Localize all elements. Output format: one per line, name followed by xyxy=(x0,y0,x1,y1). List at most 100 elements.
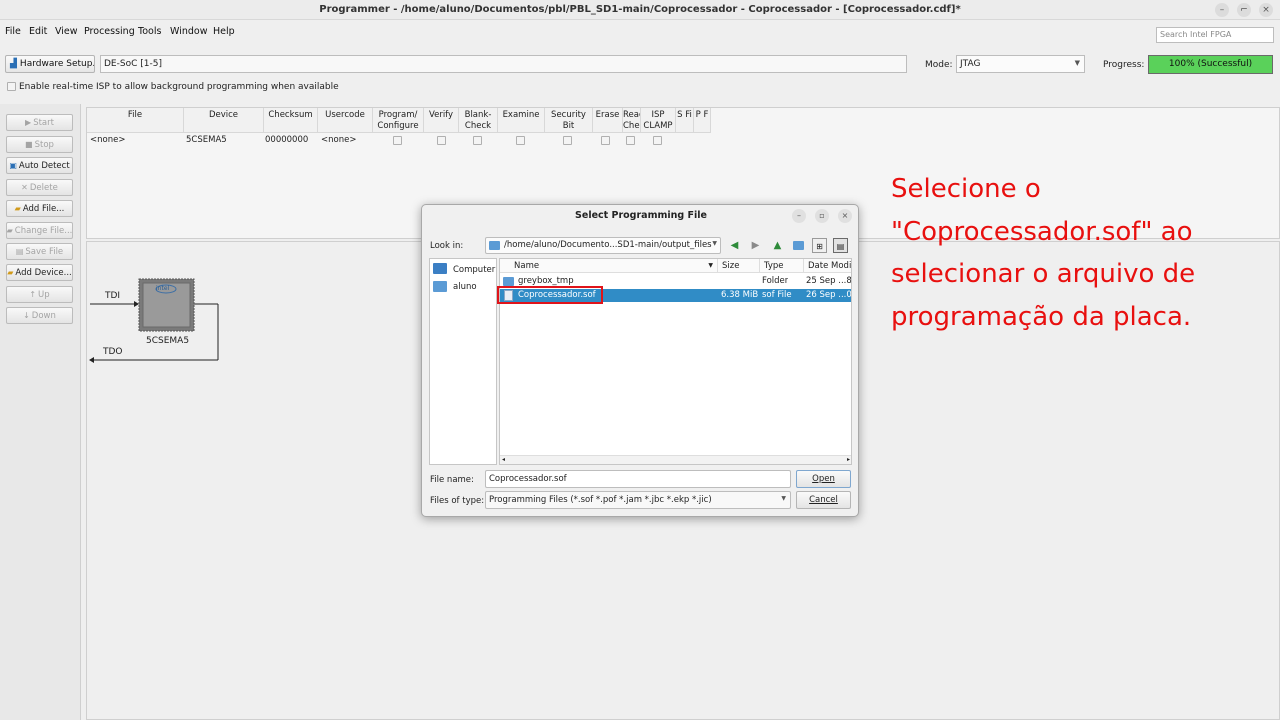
security-bit-checkbox[interactable] xyxy=(563,136,572,145)
auto-detect-label: Auto Detect xyxy=(18,160,70,171)
menu-edit[interactable]: Edit xyxy=(29,26,47,37)
header-file: File xyxy=(87,108,184,133)
hardware-setup-label: Hardware Setup... xyxy=(19,59,95,69)
header-erase: Erase xyxy=(593,108,623,133)
blank-check-checkbox[interactable] xyxy=(473,136,482,145)
new-folder-icon[interactable] xyxy=(791,238,806,253)
up-icon: ↑ xyxy=(29,290,37,299)
add-device-button[interactable]: ▰ Add Device... xyxy=(6,264,73,281)
open-button[interactable]: Open xyxy=(796,470,851,488)
verify-checkbox[interactable] xyxy=(437,136,446,145)
folder-icon xyxy=(489,241,500,250)
look-in-label: Look in: xyxy=(430,241,464,251)
examine-checkbox[interactable] xyxy=(516,136,525,145)
tdi-arrow xyxy=(134,301,139,307)
stop-button[interactable]: ■ Stop xyxy=(6,136,73,153)
stop-icon: ■ xyxy=(25,140,33,149)
back-icon[interactable]: ◀ xyxy=(727,238,742,253)
hardware-setup-button[interactable]: ▟ Hardware Setup... xyxy=(5,55,95,73)
window-title: Programmer - /home/aluno/Documentos/pbl/… xyxy=(319,4,961,15)
save-file-button[interactable]: ▤ Save File xyxy=(6,243,73,260)
add-file-icon: ▰ xyxy=(14,204,21,213)
chevron-down-icon: ▼ xyxy=(781,495,786,502)
change-file-icon: ▰ xyxy=(6,226,13,235)
annotation-line-3: selecionar o arquivo de xyxy=(891,259,1196,289)
header-program-configure: Program/ Configure xyxy=(373,108,424,133)
parent-directory-icon[interactable]: ▲ xyxy=(770,238,785,253)
erase-checkbox[interactable] xyxy=(601,136,610,145)
chevron-down-icon: ▼ xyxy=(1074,59,1080,67)
title-bar: Programmer - /home/aluno/Documentos/pbl/… xyxy=(0,0,1280,20)
file-name-input[interactable]: Coprocessador.sof xyxy=(485,470,791,488)
open-label: Open xyxy=(812,474,835,484)
chevron-down-icon: ▼ xyxy=(712,240,717,247)
list-view-icon[interactable]: ⊞ xyxy=(812,238,827,253)
column-type[interactable]: Type xyxy=(760,259,804,273)
header-verify: Verify xyxy=(424,108,459,133)
add-file-label: Add File... xyxy=(22,203,65,214)
add-device-icon: ▰ xyxy=(7,268,14,277)
files-of-type-select[interactable]: Programming Files (*.sof *.pof *.jam *.j… xyxy=(485,491,791,509)
header-usercode: Usercode xyxy=(318,108,373,133)
close-button[interactable]: × xyxy=(1259,3,1273,17)
forward-icon[interactable]: ▶ xyxy=(748,238,763,253)
cancel-button[interactable]: Cancel xyxy=(796,491,851,509)
scroll-left-icon[interactable]: ◂ xyxy=(502,456,505,463)
column-size[interactable]: Size xyxy=(718,259,760,273)
header-checksum: Checksum xyxy=(264,108,318,133)
up-label: Up xyxy=(38,289,50,300)
delete-button[interactable]: ✕ Delete xyxy=(6,179,73,196)
horizontal-scrollbar[interactable]: ◂ ▸ xyxy=(500,455,851,464)
column-date[interactable]: Date Modif xyxy=(804,259,851,273)
dialog-close-icon[interactable]: × xyxy=(838,209,852,223)
isp-checkbox[interactable] xyxy=(7,82,16,91)
instruction-annotation: Selecione o "Coprocessador.sof" ao selec… xyxy=(891,168,1271,338)
change-file-button[interactable]: ▰ Change File... xyxy=(6,222,73,239)
dialog-minimize-icon[interactable]: – xyxy=(792,209,806,223)
isp-label: Enable real-time ISP to allow background… xyxy=(19,82,339,92)
place-computer[interactable]: Computer xyxy=(433,263,495,277)
places-panel: Computer aluno xyxy=(429,258,497,465)
save-file-label: Save File xyxy=(25,246,64,257)
isp-clamp-checkbox[interactable] xyxy=(653,136,662,145)
search-input[interactable]: Search Intel FPGA xyxy=(1156,27,1274,43)
file-date: 26 Sep ...0 xyxy=(806,290,852,300)
jtag-chain-diagram xyxy=(89,278,219,363)
cell-file[interactable]: <none> xyxy=(90,135,125,145)
dialog-maximize-icon[interactable]: ▫ xyxy=(815,209,829,223)
place-aluno[interactable]: aluno xyxy=(433,280,495,294)
down-button[interactable]: ↓ Down xyxy=(6,307,73,324)
menu-tools[interactable]: Tools xyxy=(138,26,161,37)
add-device-label: Add Device... xyxy=(15,267,72,278)
tdo-label: TDO xyxy=(103,347,123,357)
menu-view[interactable]: View xyxy=(55,26,78,37)
menu-file[interactable]: File xyxy=(5,26,21,37)
highlight-box xyxy=(497,286,603,304)
progress-label: Progress: xyxy=(1103,60,1145,70)
annotation-line-4: programação da placa. xyxy=(891,301,1192,332)
detail-view-icon[interactable]: ▤ xyxy=(833,238,848,253)
tdo-arrow xyxy=(89,357,94,363)
auto-detect-button[interactable]: ▣ Auto Detect xyxy=(6,157,73,174)
look-in-select[interactable]: /home/aluno/Documento...SD1-main/output_… xyxy=(485,237,721,254)
scroll-right-icon[interactable]: ▸ xyxy=(847,456,850,463)
minimize-button[interactable]: – xyxy=(1215,3,1229,17)
read-checks-checkbox[interactable] xyxy=(626,136,635,145)
header-read-checks: Read Checks xyxy=(623,108,641,133)
column-name[interactable]: Name ▼ xyxy=(500,259,718,273)
start-button[interactable]: ▶ Start xyxy=(6,114,73,131)
program-checkbox[interactable] xyxy=(393,136,402,145)
down-label: Down xyxy=(31,310,56,321)
menu-processing[interactable]: Processing xyxy=(84,26,135,37)
mode-value: JTAG xyxy=(960,59,981,69)
menu-window[interactable]: Window xyxy=(170,26,207,37)
hardware-icon: ▟ xyxy=(10,59,17,69)
maximize-button[interactable]: ⌐ xyxy=(1237,3,1251,17)
folder-icon xyxy=(503,277,514,286)
up-button[interactable]: ↑ Up xyxy=(6,286,73,303)
menu-help[interactable]: Help xyxy=(213,26,235,37)
mode-select[interactable]: JTAG ▼ xyxy=(956,55,1085,73)
stop-label: Stop xyxy=(34,139,54,150)
add-file-button[interactable]: ▰ Add File... xyxy=(6,200,73,217)
cell-usercode: <none> xyxy=(321,135,357,145)
